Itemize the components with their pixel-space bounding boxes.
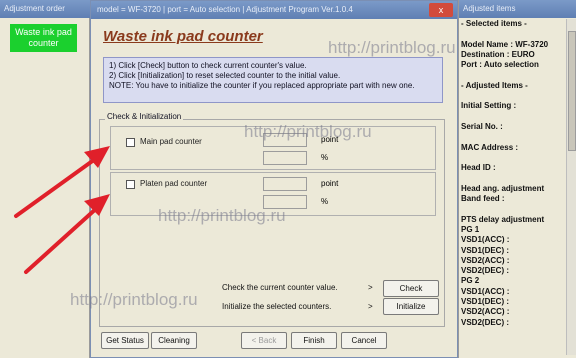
adjusted-item-line <box>461 204 565 214</box>
adjusted-item-line: PTS delay adjustment <box>461 214 545 224</box>
adjustment-order-panel: Adjustment order Waste ink pad counter <box>0 0 90 358</box>
adjusted-item-line: - Selected items - <box>461 19 527 28</box>
adjusted-item-line <box>461 70 565 80</box>
frame-title: Check & Initialization <box>105 112 184 121</box>
main-pad-point-field <box>263 133 307 147</box>
check-init-frame: Main pad counter point % Platen pad coun… <box>99 119 445 327</box>
adjusted-item-line: Destination : EURO <box>461 49 535 59</box>
initialize-button[interactable]: Initialize <box>383 298 439 315</box>
adjustment-dialog: model = WF-3720 | port = Auto selection … <box>90 0 458 358</box>
platen-pad-point-field <box>263 177 307 191</box>
get-status-button[interactable]: Get Status <box>101 332 149 349</box>
adjusted-item-line <box>461 173 565 183</box>
init-row-arrow: > <box>368 302 373 311</box>
adjusted-item-line: VSD2(DEC) : <box>461 317 510 327</box>
adjusted-item-line: VSD1(DEC) : <box>461 297 510 307</box>
adjusted-item-line <box>461 29 565 39</box>
platen-pad-checkbox[interactable] <box>126 180 135 189</box>
adjusted-item-line: PG 2 <box>461 276 480 286</box>
adjusted-item-line: Port : Auto selection <box>461 60 539 70</box>
check-button[interactable]: Check <box>383 280 439 297</box>
platen-pad-percent-field <box>263 195 307 209</box>
init-row-text: Initialize the selected counters. <box>222 302 332 311</box>
instruction-line: 1) Click [Check] button to check current… <box>109 61 307 70</box>
adjusted-item-line: PG 1 <box>461 224 480 234</box>
adjusted-item-line: VSD1(ACC) : <box>461 286 510 296</box>
main-pad-checkbox[interactable] <box>126 138 135 147</box>
cleaning-button[interactable]: Cleaning <box>151 332 197 349</box>
cancel-button[interactable]: Cancel <box>341 332 387 349</box>
instruction-line: 2) Click [Initialization] to reset selec… <box>109 71 341 80</box>
adjusted-items-list: - Selected items - Model Name : WF-3720 D… <box>461 19 565 355</box>
adjusted-item-line <box>461 91 565 101</box>
adjusted-item-line: VSD2(DEC) : <box>461 266 510 276</box>
instructions-box: 1) Click [Check] button to check current… <box>103 57 443 103</box>
adjusted-item-line: Initial Setting : <box>461 101 517 111</box>
adjusted-item-line: Band feed : <box>461 194 505 204</box>
adjusted-item-line: MAC Address : <box>461 142 519 152</box>
left-panel-title: Adjustment order <box>0 0 90 18</box>
adjusted-item-line: VSD1(DEC) : <box>461 245 510 255</box>
adjusted-item-line: - Adjusted Items - <box>461 80 528 90</box>
dialog-title: model = WF-3720 | port = Auto selection … <box>91 1 457 19</box>
right-panel-title: Adjusted items <box>459 0 576 18</box>
finish-button[interactable]: Finish <box>291 332 337 349</box>
waste-ink-pad-counter-item[interactable]: Waste ink pad counter <box>10 24 77 52</box>
platen-pad-group: Platen pad counter point % <box>110 172 436 216</box>
instruction-line: NOTE: You have to initialize the counter… <box>109 81 415 90</box>
check-row-text: Check the current counter value. <box>222 283 338 292</box>
page-title: Waste ink pad counter <box>103 28 263 45</box>
check-row-arrow: > <box>368 283 373 292</box>
main-pad-percent-field <box>263 151 307 165</box>
main-pad-point-unit: point <box>321 135 339 144</box>
adjusted-item-line <box>461 153 565 163</box>
main-pad-group: Main pad counter point % <box>110 126 436 170</box>
platen-pad-percent-unit: % <box>321 197 329 206</box>
adjusted-item-line: Serial No. : <box>461 121 503 131</box>
platen-pad-point-unit: point <box>321 179 339 188</box>
adjusted-item-line: Head ID : <box>461 163 496 173</box>
right-panel-scrollbar[interactable] <box>566 19 576 355</box>
scrollbar-thumb[interactable] <box>568 31 576 151</box>
adjusted-item-line <box>461 132 565 142</box>
adjusted-item-line <box>461 112 565 122</box>
adjusted-item-line: VSD1(ACC) : <box>461 235 510 245</box>
adjusted-item-line: Model Name : WF-3720 <box>461 39 549 49</box>
platen-pad-label: Platen pad counter <box>140 179 208 188</box>
main-pad-label: Main pad counter <box>140 137 202 146</box>
close-button[interactable]: x <box>429 3 453 17</box>
adjusted-items-panel: Adjusted items - Selected items - Model … <box>458 0 576 358</box>
adjusted-item-line: Head ang. adjustment <box>461 183 545 193</box>
main-pad-percent-unit: % <box>321 153 329 162</box>
adjusted-item-line: VSD2(ACC) : <box>461 255 510 265</box>
back-button[interactable]: < Back <box>241 332 287 349</box>
adjusted-item-line: VSD2(ACC) : <box>461 307 510 317</box>
